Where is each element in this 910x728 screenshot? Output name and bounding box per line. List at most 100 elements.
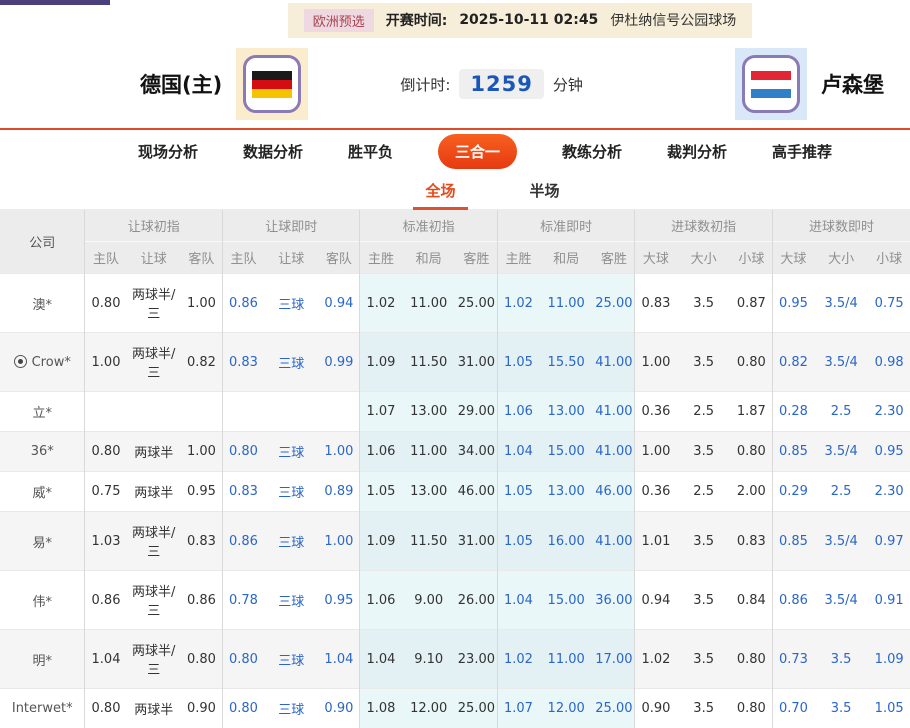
odds-cell: 0.83 [222, 333, 264, 392]
table-row: 威*0.75两球半0.950.83三球0.891.0513.0046.001.0… [0, 472, 910, 512]
odds-cell: 1.02 [635, 630, 677, 689]
company-cell[interactable]: 澳* [0, 274, 85, 333]
kickoff-label: 开赛时间: [386, 10, 448, 30]
nav-tab-2[interactable]: 胜平负 [348, 141, 393, 162]
odds-cell: 13.00 [539, 392, 593, 432]
company-name: 36* [31, 444, 54, 459]
odds-cell: 0.91 [868, 571, 910, 630]
odds-cell: 0.94 [318, 274, 360, 333]
nav-tab-6[interactable]: 高手推荐 [772, 141, 832, 162]
odds-cell: 1.05 [497, 472, 539, 512]
odds-cell: 41.00 [593, 432, 635, 472]
odds-cell: 1.00 [318, 512, 360, 571]
odds-cell: 0.86 [85, 571, 127, 630]
company-cell[interactable]: 立* [0, 392, 85, 432]
odds-cell: 0.75 [85, 472, 127, 512]
kickoff-time: 2025-10-11 02:45 [459, 12, 598, 28]
sub-tab-0[interactable]: 全场 [419, 172, 461, 209]
odds-cell: 0.86 [181, 571, 223, 630]
odds-cell [181, 392, 223, 432]
odds-cell: 36.00 [593, 571, 635, 630]
top-purple-strip [0, 0, 110, 5]
odds-cell: 12.00 [539, 689, 593, 728]
odds-cell: 0.85 [772, 432, 814, 472]
away-flag-frame [735, 48, 807, 120]
company-cell[interactable]: 明* [0, 630, 85, 689]
odds-cell: 41.00 [593, 392, 635, 432]
group-header-5: 进球数即时 [772, 210, 910, 242]
nav-tab-5[interactable]: 裁判分析 [667, 141, 727, 162]
odds-cell: 46.00 [456, 472, 498, 512]
company-cell[interactable]: Interwet* [0, 689, 85, 728]
odds-cell: 34.00 [456, 432, 498, 472]
odds-cell: 0.70 [772, 689, 814, 728]
table-row: Interwet*0.80两球半0.900.80三球0.901.0812.002… [0, 689, 910, 728]
odds-cell [85, 392, 127, 432]
odds-cell: 1.08 [360, 689, 402, 728]
odds-cell: 两球半/三 [127, 512, 181, 571]
odds-cell: 0.99 [318, 333, 360, 392]
team-header: 德国(主) 倒计时: 1259 分钟 卢森堡 [0, 40, 910, 128]
odds-cell: 1.04 [360, 630, 402, 689]
odds-cell: 11.50 [402, 512, 456, 571]
odds-cell: 13.00 [539, 472, 593, 512]
group-header-1: 让球即时 [222, 210, 359, 242]
col-header: 客胜 [456, 242, 498, 274]
odds-cell: 0.80 [222, 432, 264, 472]
company-cell[interactable]: Crow* [0, 333, 85, 392]
company-name: 伟* [32, 595, 52, 610]
countdown-label: 倒计时: [400, 74, 450, 95]
odds-cell: 1.02 [497, 274, 539, 333]
nav-tab-4[interactable]: 教练分析 [562, 141, 622, 162]
match-info-strip: 欧洲预选 开赛时间: 2025-10-11 02:45 伊杜纳信号公园球场 [288, 3, 753, 38]
odds-cell: 13.00 [402, 392, 456, 432]
odds-cell: 1.00 [181, 274, 223, 333]
table-row: 36*0.80两球半1.000.80三球1.001.0611.0034.001.… [0, 432, 910, 472]
company-cell[interactable]: 伟* [0, 571, 85, 630]
col-header: 大球 [772, 242, 814, 274]
odds-cell: 2.5 [814, 472, 868, 512]
sub-tab-1[interactable]: 半场 [524, 172, 566, 209]
company-cell[interactable]: 威* [0, 472, 85, 512]
company-cell[interactable]: 易* [0, 512, 85, 571]
odds-cell: 0.85 [772, 512, 814, 571]
col-header: 客队 [181, 242, 223, 274]
league-badge: 欧洲预选 [304, 9, 374, 32]
odds-cell: 0.36 [635, 472, 677, 512]
col-header: 和局 [402, 242, 456, 274]
nav-tab-1[interactable]: 数据分析 [243, 141, 303, 162]
company-cell[interactable]: 36* [0, 432, 85, 472]
table-row: Crow*1.00两球半/三0.820.83三球0.991.0911.5031.… [0, 333, 910, 392]
odds-cell: 1.00 [181, 432, 223, 472]
odds-cell: 3.5 [676, 630, 730, 689]
odds-cell [127, 392, 181, 432]
company-name: Crow* [32, 355, 71, 370]
col-header: 客队 [318, 242, 360, 274]
odds-cell: 1.03 [85, 512, 127, 571]
odds-cell: 0.84 [731, 571, 773, 630]
venue-name: 伊杜纳信号公园球场 [610, 10, 736, 30]
table-row: 立*1.0713.0029.001.0613.0041.000.362.51.8… [0, 392, 910, 432]
odds-cell: 15.50 [539, 333, 593, 392]
odds-cell: 0.73 [772, 630, 814, 689]
odds-cell: 0.29 [772, 472, 814, 512]
odds-cell: 0.80 [222, 630, 264, 689]
odds-cell: 11.00 [539, 274, 593, 333]
odds-cell: 0.95 [318, 571, 360, 630]
odds-cell: 两球半/三 [127, 571, 181, 630]
odds-cell: 15.00 [539, 432, 593, 472]
odds-cell: 46.00 [593, 472, 635, 512]
odds-cell: 0.80 [222, 689, 264, 728]
nav-tab-0[interactable]: 现场分析 [138, 141, 198, 162]
odds-cell: 0.98 [868, 333, 910, 392]
nav-tab-3[interactable]: 三合一 [438, 134, 517, 169]
odds-cell: 1.07 [360, 392, 402, 432]
odds-cell: 29.00 [456, 392, 498, 432]
odds-cell: 0.78 [222, 571, 264, 630]
odds-cell: 1.87 [731, 392, 773, 432]
odds-cell: 3.5 [676, 274, 730, 333]
odds-cell: 0.90 [635, 689, 677, 728]
odds-cell: 3.5 [814, 630, 868, 689]
odds-cell: 17.00 [593, 630, 635, 689]
odds-cell: 2.5 [814, 392, 868, 432]
